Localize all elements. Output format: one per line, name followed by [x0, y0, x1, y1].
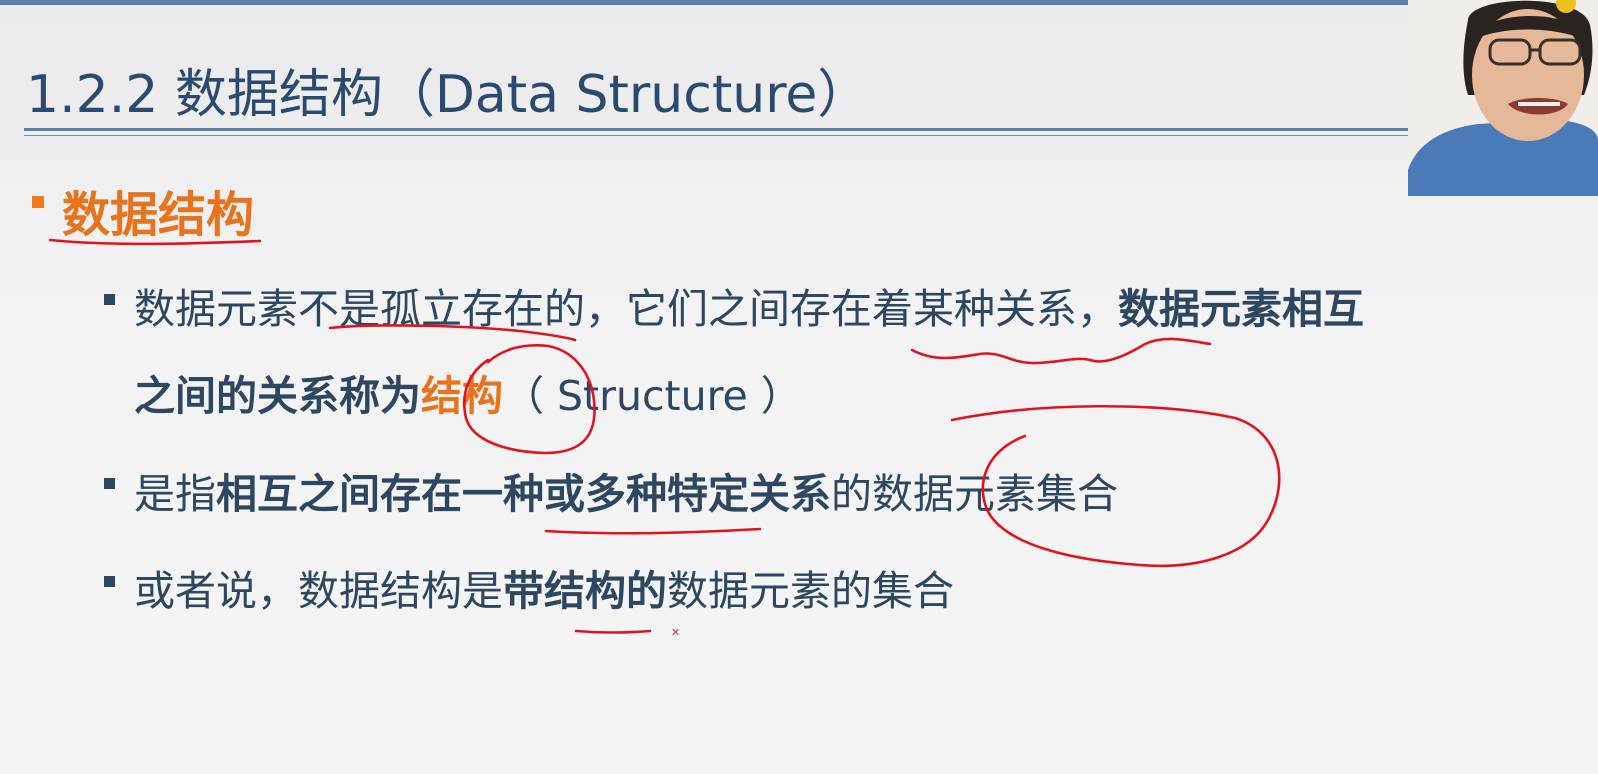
- bullet-marker-1: [104, 294, 115, 305]
- underline-with-structure: [574, 629, 652, 634]
- bullet-3-plain-end: 数据元素的集合: [667, 567, 954, 615]
- bullet-1-bold-text: 数据元素相互: [1118, 285, 1364, 333]
- bullet-marker-3: [104, 576, 115, 587]
- cursor-marker-icon: ✕: [671, 626, 681, 639]
- structure-english: （ Structure ）: [503, 372, 802, 420]
- bullet-2-plain-end: 的数据元素集合: [831, 470, 1118, 518]
- top-accent-bar: [0, 0, 1598, 5]
- title-rule: [24, 128, 1408, 131]
- bullet-1-line-2: 之间的关系称为结构（ Structure ）: [134, 362, 802, 422]
- bullet-3-line: 或者说，数据结构是带结构的数据元素的集合: [134, 557, 954, 617]
- bullet-2-line: 是指相互之间存在一种或多种特定关系的数据元素集合: [134, 460, 1118, 520]
- bullet-2-plain-start: 是指: [134, 470, 216, 518]
- bullet-1-line-1: 数据元素不是孤立存在的，它们之间存在着某种关系，数据元素相互: [134, 275, 1364, 335]
- title-rule-thin: [24, 135, 1408, 136]
- bullet-3-plain-start: 或者说，数据结构是: [134, 567, 503, 615]
- underline-some-relation: [910, 337, 1212, 365]
- bullet-1-bold-continuation: 之间的关系称为: [134, 372, 421, 420]
- slide-title: 1.2.2 数据结构（Data Structure）: [26, 65, 870, 125]
- slide: 1.2.2 数据结构（Data Structure） 数据结构 数据元素不是孤立…: [0, 0, 1598, 774]
- bullet-2-bold-text: 相互之间存在一种或多种特定关系: [216, 470, 831, 518]
- underline-one-or-more: [544, 527, 762, 535]
- bullet-marker-2: [104, 478, 115, 489]
- keyword-structure: 结构: [421, 372, 503, 420]
- bullet-1-plain-text: 数据元素不是孤立存在的，它们之间存在着某种关系，: [134, 285, 1118, 333]
- heading-bullet: [32, 196, 44, 208]
- presenter-webcam: [1408, 0, 1598, 196]
- section-heading: 数据结构: [62, 187, 255, 243]
- presenter-silhouette: [1408, 0, 1598, 196]
- bullet-3-bold-text: 带结构的: [503, 567, 667, 615]
